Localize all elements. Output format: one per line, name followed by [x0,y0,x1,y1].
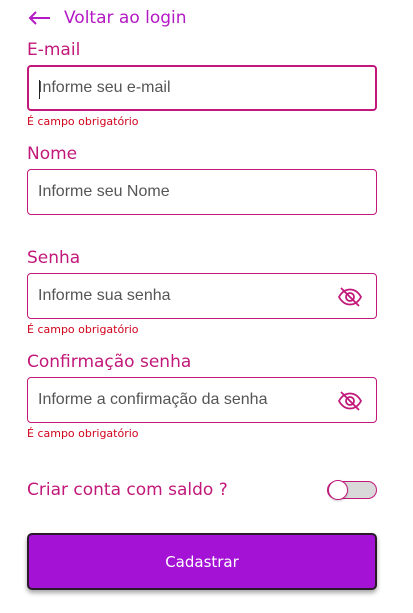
name-field[interactable] [28,170,376,214]
arrow-left-icon [28,10,52,26]
password-field[interactable] [28,274,376,318]
password-label: Senha [27,248,81,268]
name-label: Nome [27,144,78,164]
email-field[interactable] [29,67,375,109]
password-field-container [27,273,377,319]
text-caret [39,80,40,99]
email-field-container [27,65,377,111]
register-button[interactable]: Cadastrar [27,533,377,590]
eye-off-icon[interactable] [337,389,363,413]
balance-toggle[interactable] [327,480,377,500]
confirm-password-error: É campo obrigatório [27,427,139,440]
confirm-password-field[interactable] [28,378,376,422]
email-error: É campo obrigatório [27,115,139,128]
eye-off-icon[interactable] [337,285,363,309]
balance-toggle-label: Criar conta com saldo ? [27,480,228,500]
confirm-password-label: Confirmação senha [27,352,192,372]
toggle-knob [328,480,348,500]
email-label: E-mail [27,40,81,60]
name-field-container [27,169,377,215]
back-to-login-label: Voltar ao login [64,8,187,28]
back-to-login-link[interactable]: Voltar ao login [28,6,187,30]
confirm-password-field-container [27,377,377,423]
password-error: É campo obrigatório [27,323,139,336]
